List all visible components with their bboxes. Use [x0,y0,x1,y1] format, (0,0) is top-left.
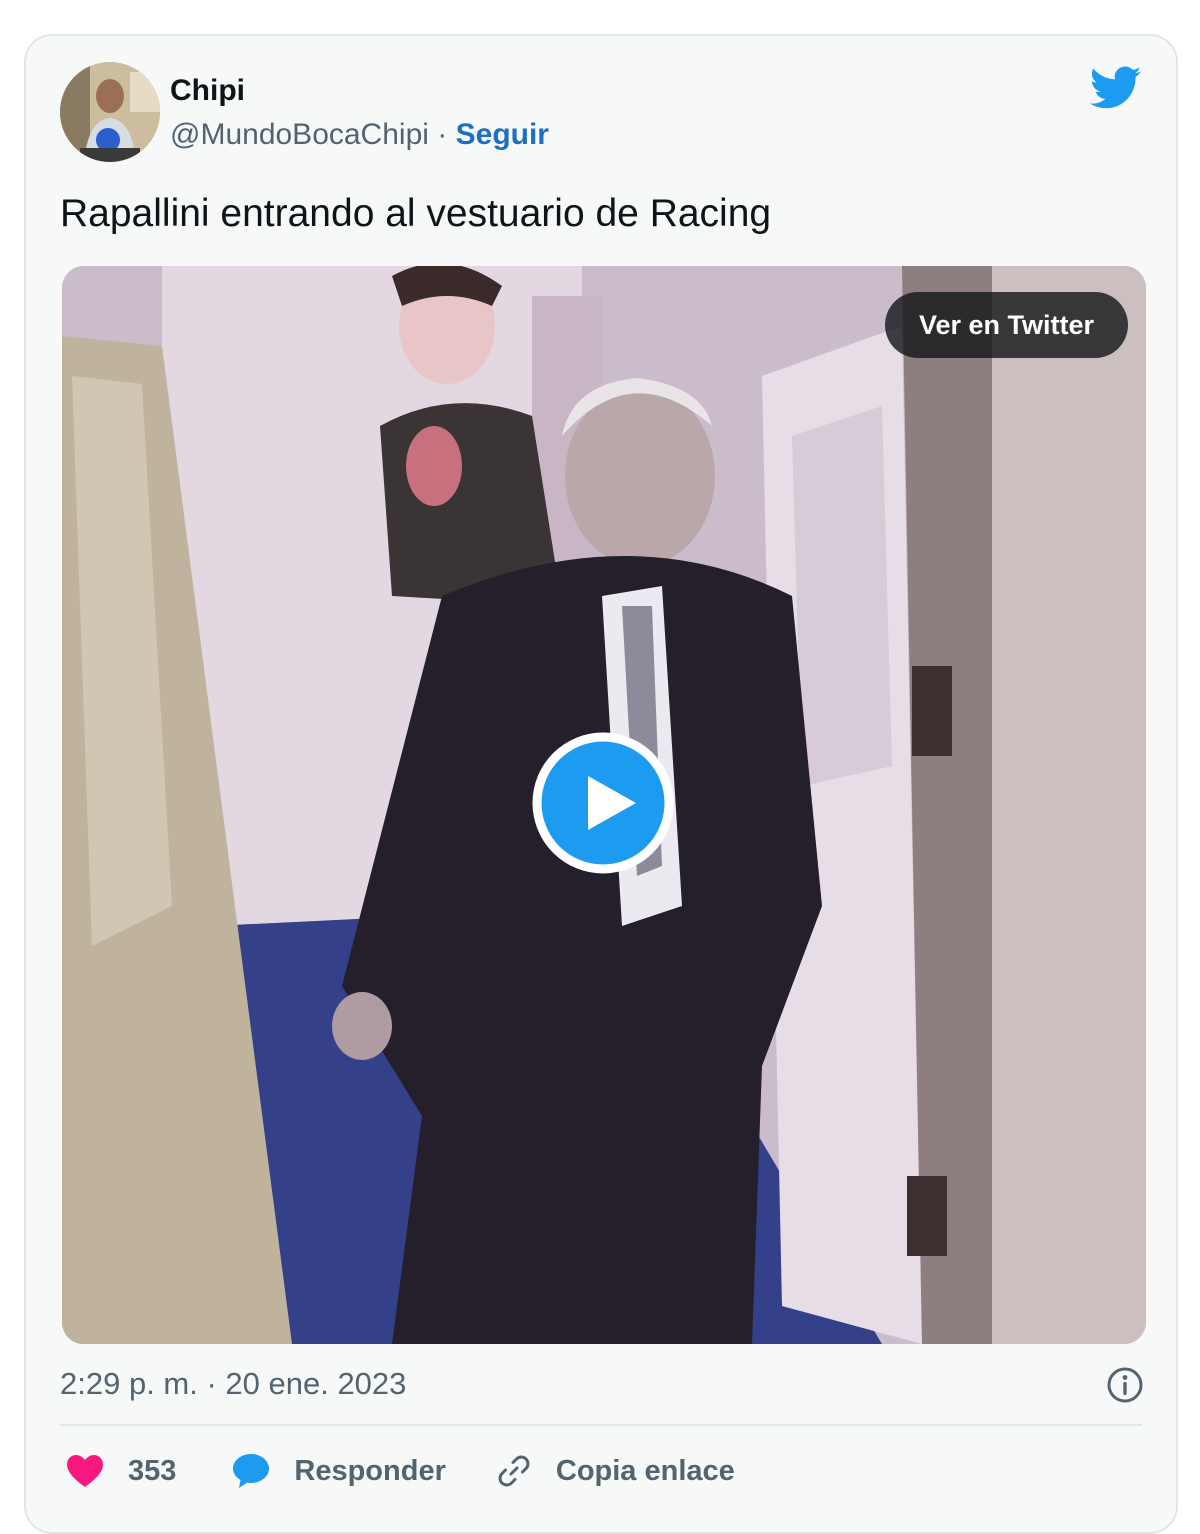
twitter-bird-icon[interactable] [1090,66,1142,110]
tweet-card: Chipi @MundoBocaChipi · Seguir Rapallini… [24,34,1178,1534]
tweet-text: Rapallini entrando al vestuario de Racin… [60,192,772,235]
follow-link[interactable]: Seguir [456,118,549,151]
view-on-twitter-button[interactable]: Ver en Twitter [884,292,1128,358]
play-icon[interactable] [532,732,674,874]
like-button[interactable]: 353 [66,1454,176,1488]
action-bar: 353 Responder Copia enlace [66,1450,735,1492]
reply-button[interactable]: Responder [232,1453,446,1489]
video-player[interactable]: Ver en Twitter [62,266,1146,1344]
link-icon [498,1455,530,1487]
divider [60,1424,1142,1426]
copy-link-label: Copia enlace [555,1454,735,1487]
copy-link-button[interactable]: Copia enlace [496,1453,735,1489]
reply-label: Responder [294,1454,446,1487]
author-name[interactable]: Chipi [170,74,245,108]
like-count: 353 [128,1454,177,1487]
author-handle[interactable]: @MundoBocaChipi [170,118,429,151]
author-handle-row: @MundoBocaChipi · Seguir [170,118,549,152]
info-icon[interactable] [1106,1366,1144,1404]
heart-icon [67,1455,103,1487]
avatar[interactable] [60,62,160,162]
separator-dot: · [437,118,448,151]
reply-bubble-icon [233,1454,270,1488]
tweet-timestamp[interactable]: 2:29 p. m. · 20 ene. 2023 [60,1366,406,1402]
